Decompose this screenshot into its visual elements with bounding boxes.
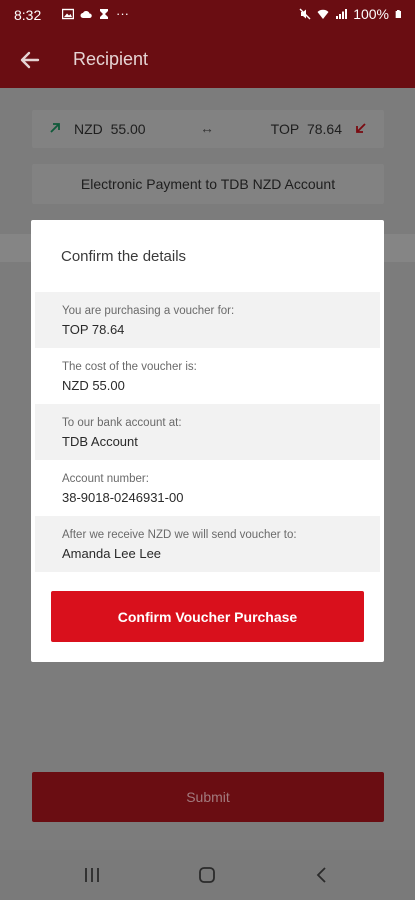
submit-button[interactable]: Submit	[32, 772, 384, 822]
detail-value: TOP 78.64	[62, 322, 125, 337]
signal-icon	[336, 9, 348, 19]
app-bar: Recipient	[0, 32, 415, 88]
status-system-icons: 100%	[299, 6, 403, 22]
detail-recipient: After we receive NZD we will send vouche…	[35, 516, 380, 572]
cloud-icon	[80, 10, 92, 18]
wifi-icon	[317, 9, 329, 19]
dialog-title: Confirm the details	[61, 248, 187, 265]
confirm-voucher-purchase-button[interactable]: Confirm Voucher Purchase	[51, 591, 364, 642]
battery-icon	[395, 10, 401, 18]
nav-back-icon[interactable]	[313, 866, 331, 884]
detail-value: NZD 55.00	[62, 378, 125, 393]
hourglass-icon	[100, 8, 108, 19]
detail-voucher-cost: The cost of the voucher is: NZD 55.00	[35, 348, 380, 404]
to-amount: TOP 78.64	[270, 121, 342, 137]
from-amount: NZD 55.00	[74, 121, 146, 137]
recent-apps-icon[interactable]	[82, 866, 102, 884]
detail-value: 38-9018-0246931-00	[62, 490, 184, 505]
mute-icon	[299, 8, 311, 20]
status-time: 8:32	[14, 7, 42, 23]
home-icon[interactable]	[198, 866, 216, 884]
detail-voucher-for: You are purchasing a voucher for: TOP 78…	[35, 292, 380, 348]
arrow-down-left-icon	[356, 123, 366, 133]
detail-label: The cost of the voucher is:	[62, 361, 197, 373]
system-nav-bar	[0, 850, 415, 900]
exchange-rate-row: NZD 55.00 ↔ TOP 78.64	[32, 110, 384, 148]
more-icon: ···	[116, 6, 129, 21]
detail-value: TDB Account	[62, 434, 138, 449]
payment-method-field[interactable]: Electronic Payment to TDB NZD Account	[32, 164, 384, 204]
page-title: Recipient	[73, 49, 149, 69]
detail-label: To our bank account at:	[62, 417, 182, 429]
swap-icon: ↔	[200, 120, 214, 136]
battery-level: 100%	[353, 6, 389, 22]
back-arrow-icon[interactable]	[16, 46, 44, 74]
detail-label: After we receive NZD we will send vouche…	[62, 529, 297, 541]
detail-label: Account number:	[62, 473, 149, 485]
detail-label: You are purchasing a voucher for:	[62, 305, 235, 317]
status-bar: 8:32 ··· 100%	[0, 0, 415, 32]
confirm-details-dialog: Confirm the details You are purchasing a…	[31, 220, 384, 662]
detail-value: Amanda Lee Lee	[62, 546, 162, 561]
arrow-up-right-icon	[50, 123, 60, 133]
detail-bank-account: To our bank account at: TDB Account	[35, 404, 380, 460]
image-icon	[62, 8, 74, 19]
detail-account-number: Account number: 38-9018-0246931-00	[35, 460, 380, 516]
status-notification-icons: ···	[62, 6, 129, 21]
